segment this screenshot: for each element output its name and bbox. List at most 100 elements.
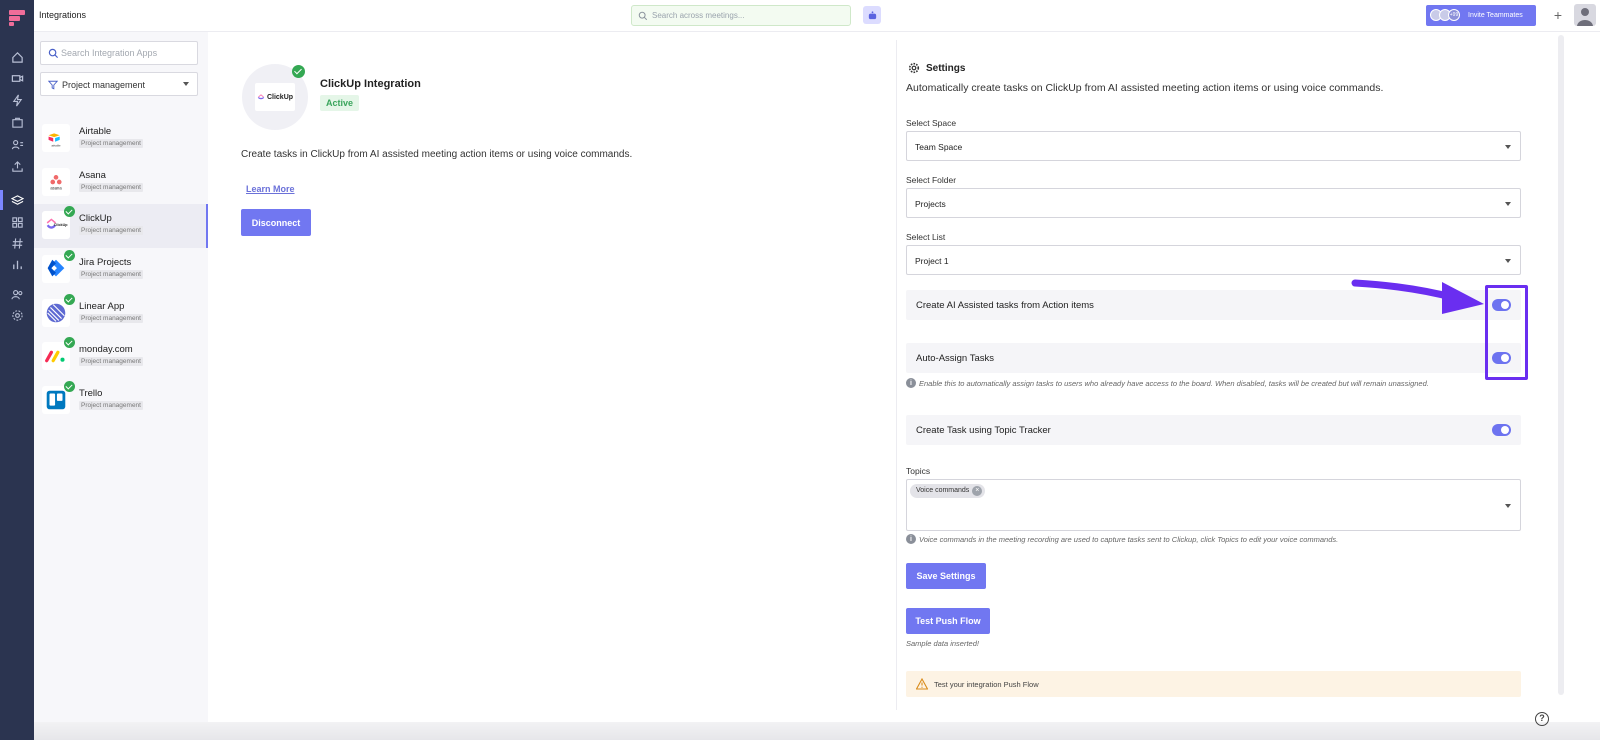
user-avatar[interactable] <box>1574 4 1596 26</box>
topics-label: Topics <box>906 466 931 476</box>
nav-rail <box>0 0 34 740</box>
connected-check-icon <box>64 206 75 217</box>
topic-tracker-row: Create Task using Topic Tracker <box>906 415 1521 445</box>
folder-select[interactable]: Projects <box>906 188 1521 218</box>
upload-icon[interactable] <box>9 158 25 174</box>
search-icon <box>48 48 59 59</box>
search-icon <box>638 11 648 21</box>
topics-select[interactable]: Voice commands × <box>906 479 1521 531</box>
category-filter-select[interactable]: Project management <box>40 72 198 96</box>
connected-check-icon <box>64 337 75 348</box>
folder-label: Select Folder <box>906 175 957 185</box>
app-category: Project management <box>79 139 143 148</box>
topic-chip: Voice commands × <box>910 484 986 498</box>
app-name: Linear App <box>79 301 125 312</box>
chevron-down-icon <box>1505 504 1511 508</box>
layers-icon[interactable] <box>9 192 25 208</box>
app-item-linear-app[interactable]: Linear App Project management <box>34 292 208 336</box>
settings-panel: Settings Automatically create tasks on C… <box>906 32 1556 722</box>
integration-search[interactable] <box>40 41 198 65</box>
app-category: Project management <box>79 226 143 235</box>
help-icon[interactable]: ? <box>1535 712 1549 726</box>
page-scrollbar[interactable] <box>1558 35 1564 695</box>
settings-heading: Settings <box>926 62 966 74</box>
sample-data-note: Sample data inserted! <box>906 639 979 648</box>
active-nav-indicator <box>0 190 3 210</box>
hashtag-icon[interactable] <box>9 235 25 251</box>
team-icon[interactable] <box>9 286 25 302</box>
video-icon[interactable] <box>9 70 25 86</box>
briefcase-icon[interactable] <box>9 114 25 130</box>
filter-icon <box>48 80 58 90</box>
analytics-icon[interactable] <box>9 256 25 272</box>
auto-assign-hint-text: Enable this to automatically assign task… <box>919 378 1429 388</box>
connected-check-icon <box>64 381 75 392</box>
close-icon[interactable]: × <box>972 486 983 496</box>
chevron-down-icon <box>1505 145 1511 149</box>
app-item-jira-projects[interactable]: Jira Projects Project management <box>34 248 208 292</box>
info-icon: i <box>906 378 916 388</box>
app-category: Project management <box>79 183 143 192</box>
app-item-monday[interactable]: monday.com Project management <box>34 335 208 379</box>
status-badge: Active <box>320 95 360 111</box>
list-value: Project 1 <box>915 256 949 266</box>
integration-search-input[interactable] <box>61 45 191 61</box>
info-icon: i <box>906 534 916 544</box>
auto-assign-hint: i Enable this to automatically assign ta… <box>906 378 1429 388</box>
app-category: Project management <box>79 401 143 410</box>
learn-more-link[interactable]: Learn More <box>246 184 295 194</box>
folder-value: Projects <box>915 199 946 209</box>
lightning-icon[interactable] <box>9 92 25 108</box>
global-search-placeholder: Search across meetings... <box>652 11 745 20</box>
add-button[interactable]: + <box>1548 5 1568 26</box>
save-settings-button[interactable]: Save Settings <box>906 563 986 589</box>
app-category: Project management <box>79 357 143 366</box>
chevron-down-icon <box>1505 259 1511 263</box>
panel-divider <box>896 40 897 710</box>
clickup-logo-icon: ClickUp <box>255 83 295 111</box>
top-bar: Integrations Search across meetings... +… <box>34 0 1600 32</box>
app-name: ClickUp <box>79 213 112 224</box>
chevron-down-icon <box>183 82 189 86</box>
connected-check-icon <box>292 65 305 78</box>
integration-app-list: Project management airtable Airtable Pro… <box>34 32 208 722</box>
auto-assign-label: Auto-Assign Tasks <box>916 353 994 364</box>
disconnect-button[interactable]: Disconnect <box>241 209 311 236</box>
topic-tracker-toggle[interactable] <box>1492 424 1511 436</box>
global-search-input[interactable]: Search across meetings... <box>631 5 851 26</box>
topics-hint: i Voice commands in the meeting recordin… <box>906 534 1338 544</box>
apps-grid-icon[interactable] <box>9 214 25 230</box>
avatar-count: +99 <box>1448 9 1460 21</box>
svg-text:asana: asana <box>50 185 62 190</box>
app-name: Trello <box>79 388 103 399</box>
invite-teammates-button[interactable]: +99 Invite Teammates <box>1426 5 1536 26</box>
app-name: Asana <box>79 170 106 181</box>
svg-text:airtable: airtable <box>51 143 61 147</box>
space-select[interactable]: Team Space <box>906 131 1521 161</box>
asana-logo-icon: asana <box>42 168 70 196</box>
app-item-clickup[interactable]: ClickUp ClickUp Project management <box>34 204 208 248</box>
integration-title: ClickUp Integration <box>320 78 421 90</box>
contacts-icon[interactable] <box>9 136 25 152</box>
connected-check-icon <box>64 250 75 261</box>
gear-icon[interactable] <box>9 307 25 323</box>
topics-hint-text: Voice commands in the meeting recording … <box>919 534 1339 544</box>
app-category: Project management <box>79 270 143 279</box>
test-push-flow-button[interactable]: Test Push Flow <box>906 608 990 634</box>
settings-subtitle: Automatically create tasks on ClickUp fr… <box>906 82 1384 94</box>
settings-header: Settings <box>908 62 965 74</box>
assistant-bot-icon[interactable] <box>863 6 881 24</box>
auto-assign-row: Auto-Assign Tasks <box>906 343 1521 373</box>
app-item-asana[interactable]: asana Asana Project management <box>34 161 208 205</box>
app-logo-icon[interactable] <box>7 8 27 28</box>
integration-logo: ClickUp <box>242 64 308 130</box>
category-filter-value: Project management <box>62 80 146 90</box>
home-icon[interactable] <box>9 49 25 65</box>
app-name: Airtable <box>79 126 112 137</box>
app-item-airtable[interactable]: airtable Airtable Project management <box>34 117 208 161</box>
space-value: Team Space <box>915 142 963 152</box>
warning-text: Test your integration Push Flow <box>934 680 1039 689</box>
app-item-trello[interactable]: Trello Project management <box>34 379 208 423</box>
chevron-down-icon <box>1505 202 1511 206</box>
svg-text:ClickUp: ClickUp <box>54 223 69 227</box>
